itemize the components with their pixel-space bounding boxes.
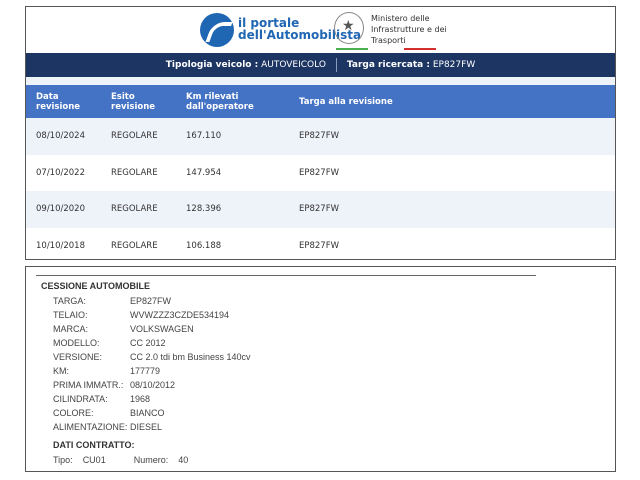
table-cell: 128.396: [176, 191, 289, 228]
field-value: 08/10/2012: [130, 380, 176, 390]
table-cell: REGOLARE: [101, 118, 176, 155]
sale-document: CESSIONE AUTOMOBILE TARGA: EP827FW TELAIO:…: [25, 266, 616, 472]
field-label: MODELLO:: [53, 338, 100, 348]
table-cell: 106.188: [186, 240, 222, 251]
field-value: BIANCO: [130, 408, 165, 418]
table-cell: EP827FW: [289, 118, 615, 155]
flag-stripe-green: [336, 48, 368, 50]
table-cell: REGOLARE: [101, 191, 176, 228]
portale-logo-icon: [200, 13, 234, 47]
table-row: 07/10/2022 REGOLARE 147.954 EP827FW: [26, 155, 615, 192]
field-label: TELAIO:: [53, 310, 88, 320]
table-cell: 147.954: [186, 167, 222, 178]
field-label: MARCA:: [53, 324, 89, 334]
table-row: 09/10/2020 REGOLARE 128.396 EP827FW: [26, 191, 615, 228]
field-value: VOLKSWAGEN: [130, 324, 194, 334]
field-label: KM:: [53, 366, 70, 376]
col-targa: Targa alla revisione: [289, 85, 615, 118]
table-cell: 167.110: [176, 118, 289, 155]
revision-panel: il portaledell'Automobilista Ministero d…: [25, 6, 616, 260]
col-esito: Esito revisione: [101, 85, 176, 118]
table-cell: 09/10/2020: [26, 191, 101, 228]
field-label: TARGA:: [53, 296, 86, 306]
table-cell: EP827FW: [299, 167, 340, 178]
field-value: CC 2.0 tdi bm Business 140cv: [130, 352, 251, 362]
contract-number: 40: [178, 455, 189, 465]
contract-type: CU01: [82, 455, 106, 465]
table-cell: 08/10/2024: [26, 118, 101, 155]
field-label: PRIMA IMMATR.:: [53, 380, 124, 390]
field-value: 177779: [130, 366, 161, 376]
table-cell: REGOLARE: [111, 167, 158, 178]
republic-emblem-icon: [334, 12, 364, 44]
table-cell: 10/10/2018: [36, 240, 85, 251]
field-value: 1968: [130, 394, 151, 404]
field-label: ALIMENTAZIONE:: [53, 422, 128, 432]
site-header: il portaledell'Automobilista Ministero d…: [26, 7, 615, 53]
divider: [335, 58, 337, 72]
table-cell: EP827FW: [289, 191, 615, 228]
field-label: COLORE:: [53, 408, 94, 418]
contract-info: Tipo: CU01 Numero: 40: [53, 455, 189, 465]
vehicle-type: AUTOVEICOLO: [261, 60, 326, 70]
field-value: WVWZZZ3CZDE534194: [130, 310, 230, 320]
col-data: Data revisione: [26, 85, 101, 118]
field-value: CC 2012: [130, 338, 166, 348]
field-value: DIESEL: [130, 422, 163, 432]
col-km: Km rilevati dall'operatore: [176, 85, 289, 118]
contract-title: DATI CONTRATTO:: [53, 440, 135, 450]
searched-plate: EP827FW: [432, 60, 476, 70]
table-row: 08/10/2024 REGOLARE 167.110 EP827FW: [26, 118, 615, 155]
table-cell: 07/10/2022: [36, 167, 85, 178]
document-title: CESSIONE AUTOMOBILE: [41, 281, 151, 291]
table-row: 10/10/2018 REGOLARE 106.188 EP827FW: [26, 228, 615, 260]
ministry-name: Ministero delle Infrastrutture e dei Trasp…: [371, 14, 447, 45]
field-label: CILINDRATA:: [53, 394, 108, 404]
flag-stripe-red: [404, 48, 436, 50]
table-cell: REGOLARE: [111, 240, 158, 251]
field-value: EP827FW: [130, 296, 172, 306]
table-cell: EP827FW: [299, 240, 340, 251]
field-label: VERSIONE:: [53, 352, 103, 362]
search-info-bar: Tipologia veicolo : AUTOVEICOLO Targa ri…: [26, 53, 615, 77]
revision-table: Data revisione Esito revisione Km rileva…: [26, 85, 615, 260]
